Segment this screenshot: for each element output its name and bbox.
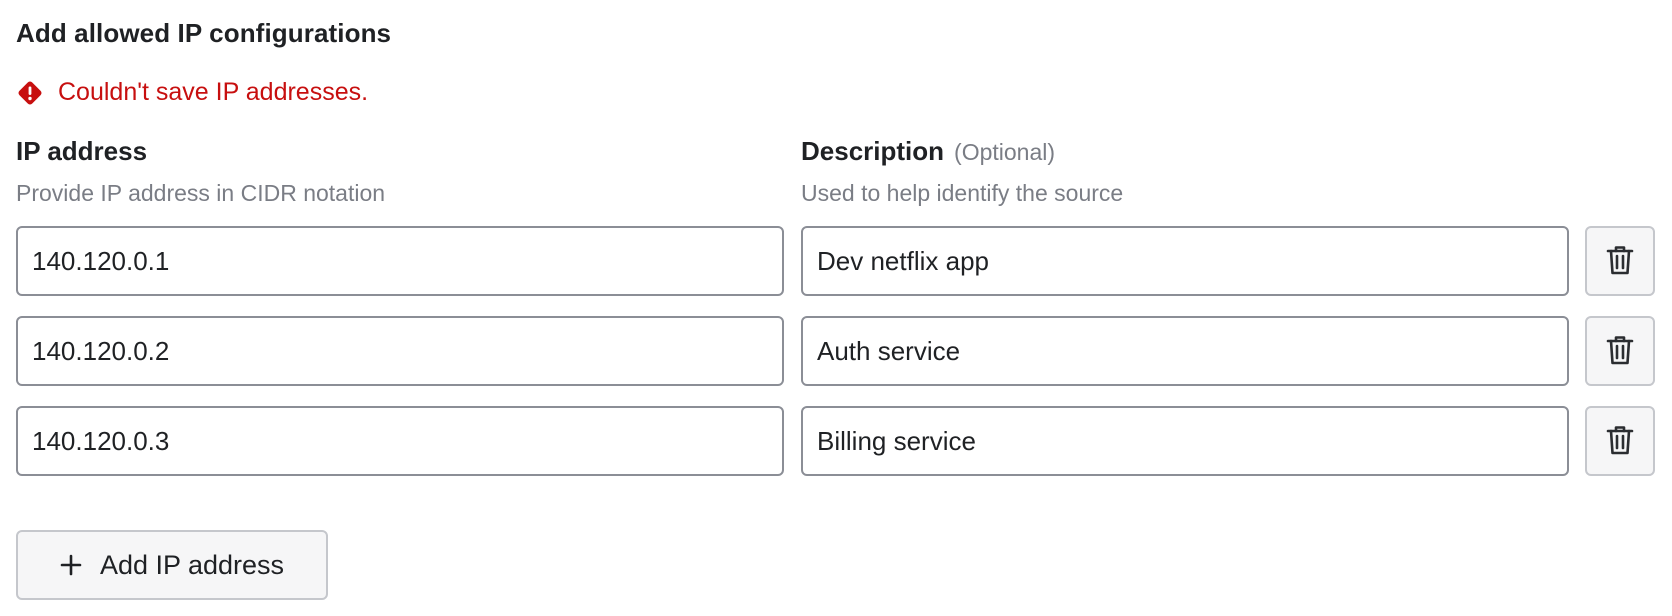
trash-icon: [1605, 334, 1635, 369]
error-banner: Couldn't save IP addresses.: [16, 78, 368, 107]
error-message: Couldn't save IP addresses.: [58, 78, 369, 106]
plus-icon: [60, 554, 82, 576]
error-diamond-icon: [16, 79, 44, 107]
page-title: Add allowed IP configurations: [16, 18, 392, 48]
description-input[interactable]: [801, 226, 1569, 296]
add-ip-address-label: Add IP address: [99, 549, 285, 580]
description-input[interactable]: [801, 316, 1569, 386]
description-label: Description (Optional): [801, 136, 1055, 167]
delete-row-button[interactable]: [1585, 226, 1655, 296]
ip-address-label-text: IP address: [16, 136, 148, 166]
delete-row-button[interactable]: [1585, 406, 1655, 476]
add-ip-address-button[interactable]: Add IP address: [16, 530, 328, 600]
ip-address-input[interactable]: [16, 406, 784, 476]
description-label-text: Description: [801, 136, 945, 166]
ip-address-help: Provide IP address in CIDR notation: [16, 180, 386, 206]
delete-row-button[interactable]: [1585, 316, 1655, 386]
description-input[interactable]: [801, 406, 1569, 476]
description-help: Used to help identify the source: [801, 180, 1124, 206]
optional-hint: (Optional): [954, 139, 1056, 165]
trash-icon: [1605, 424, 1635, 459]
ip-address-input[interactable]: [16, 226, 784, 296]
ip-address-input[interactable]: [16, 316, 784, 386]
ip-address-label: IP address: [16, 136, 147, 167]
trash-icon: [1605, 244, 1635, 279]
